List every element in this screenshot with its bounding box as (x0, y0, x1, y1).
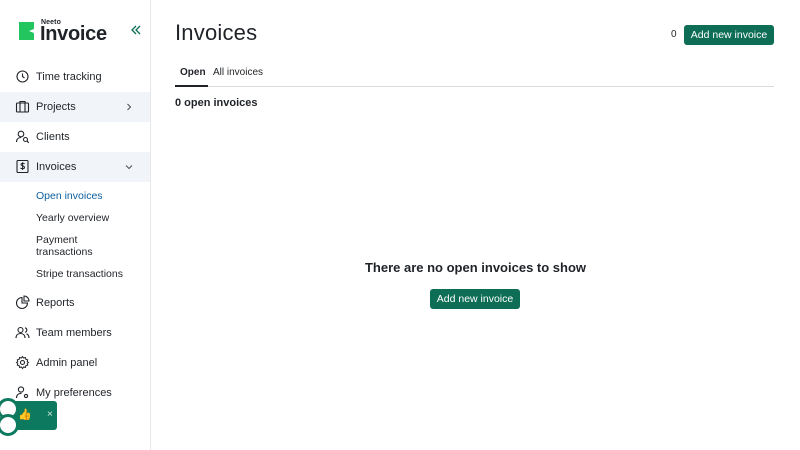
user-search-icon (15, 130, 30, 144)
sidebar-item-label: Time tracking (36, 71, 102, 83)
feedback-widget[interactable]: 👍 × (0, 398, 58, 436)
chevron-right-icon (127, 103, 132, 111)
sidebar: Neeto Invoice Time tracking Projects Cli (0, 0, 151, 450)
sidebar-item-reports[interactable]: Reports (0, 288, 150, 318)
help-ring-icon[interactable] (0, 414, 19, 436)
pie-chart-icon (15, 295, 30, 310)
tab-all-invoices[interactable]: All invoices (213, 67, 263, 78)
sidebar-subitem-stripe-transactions[interactable]: Stripe transactions (36, 268, 136, 280)
invoice-count: 0 (671, 29, 677, 40)
sidebar-item-label: Projects (36, 101, 76, 113)
sidebar-item-label: Reports (36, 297, 75, 309)
sidebar-item-projects[interactable]: Projects (0, 92, 150, 122)
thumbs-up-icon: 👍 (18, 409, 32, 421)
close-icon[interactable]: × (47, 409, 53, 420)
dollar-document-icon (16, 159, 29, 174)
open-invoices-count: 0 open invoices (175, 97, 258, 109)
page-title: Invoices (175, 20, 258, 45)
logo-brand-name: Invoice (40, 23, 107, 45)
gear-icon (15, 355, 30, 370)
sidebar-item-admin-panel[interactable]: Admin panel (0, 348, 150, 378)
sidebar-item-team-members[interactable]: Team members (0, 318, 150, 348)
logo-mark-icon (19, 22, 34, 40)
sidebar-item-label: Team members (36, 327, 112, 339)
users-icon (15, 326, 30, 339)
chevron-down-icon (125, 165, 133, 170)
main-content: Invoices 0 Add new invoice Open All invo… (151, 0, 800, 450)
sidebar-item-clients[interactable]: Clients (0, 122, 150, 152)
sidebar-item-invoices[interactable]: Invoices (0, 152, 150, 182)
sidebar-item-time-tracking[interactable]: Time tracking (0, 62, 150, 92)
app-logo[interactable]: Neeto Invoice (17, 18, 127, 45)
invoice-tabs: Open All invoices (175, 63, 774, 87)
empty-state-message: There are no open invoices to show (364, 260, 587, 275)
clock-icon (16, 70, 29, 83)
sidebar-item-label: Clients (36, 131, 70, 143)
collapse-sidebar-icon[interactable] (129, 23, 143, 37)
active-tab-indicator (175, 85, 208, 87)
sidebar-item-label: Invoices (36, 161, 77, 173)
sidebar-item-label: Admin panel (36, 357, 98, 369)
sidebar-subitem-payment-transactions[interactable]: Payment transactions (36, 234, 106, 258)
briefcase-icon (15, 100, 30, 113)
sidebar-subitem-open-invoices[interactable]: Open invoices (36, 190, 136, 202)
empty-state-add-invoice-button[interactable]: Add new invoice (430, 289, 520, 309)
add-new-invoice-button[interactable]: Add new invoice (684, 25, 774, 45)
tab-open[interactable]: Open (180, 67, 206, 78)
sidebar-subitem-yearly-overview[interactable]: Yearly overview (36, 212, 136, 224)
